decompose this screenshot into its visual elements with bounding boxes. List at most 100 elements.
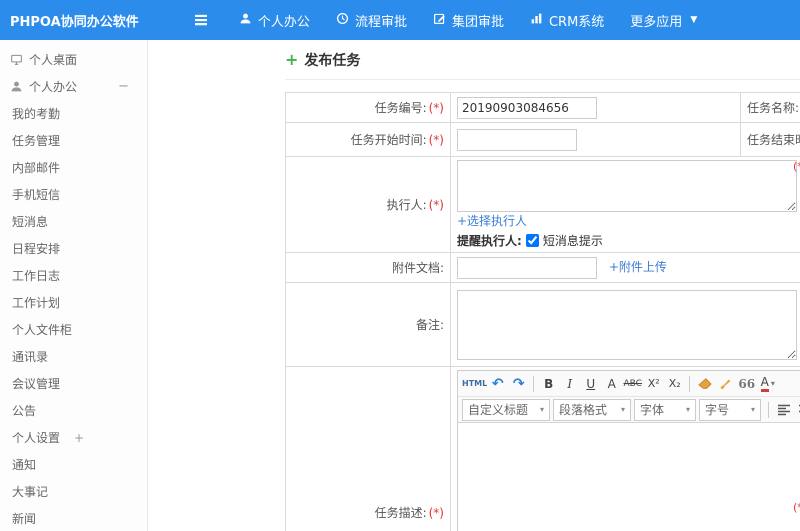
sidebar-item-news[interactable]: 新闻	[0, 505, 147, 531]
remark-label-cell: 备注:	[285, 282, 451, 367]
sidebar-item-internal-mail[interactable]: 内部邮件	[0, 154, 147, 181]
bold-button[interactable]: B	[538, 374, 559, 394]
sidebar-item-label: 通讯录	[12, 350, 49, 364]
page-header: + 发布任务	[285, 50, 800, 80]
eraser-icon[interactable]	[694, 374, 715, 394]
app-window: PHPOA协同办公软件 ≡ 个人办公 流程审批 集团审批 CRM系统 更多应用 …	[0, 0, 800, 531]
autotypeset-button[interactable]: A	[601, 374, 622, 394]
editor-content-area[interactable]	[458, 423, 800, 531]
blockquote-button[interactable]: 66	[736, 374, 757, 394]
user-icon	[239, 12, 252, 29]
nav-more-apps[interactable]: 更多应用 ▼	[630, 11, 697, 30]
sidebar-item-work-plan[interactable]: 工作计划	[0, 289, 147, 316]
format-brush-icon[interactable]	[715, 374, 736, 394]
sidebar-item-events[interactable]: 大事记	[0, 478, 147, 505]
collapse-icon[interactable]: −	[118, 79, 129, 94]
subscript-button[interactable]: X₂	[664, 374, 685, 394]
superscript-button[interactable]: X²	[643, 374, 664, 394]
underline-button[interactable]: U	[580, 374, 601, 394]
sidebar-item-meeting[interactable]: 会议管理	[0, 370, 147, 397]
sidebar-item-task-management[interactable]: 任务管理	[0, 127, 147, 154]
font-color-button[interactable]: A ▾	[757, 374, 778, 394]
sidebar-item-file-cabinet[interactable]: 个人文件柜	[0, 316, 147, 343]
clipped-required-marker: (*)	[793, 160, 800, 173]
bar-chart-icon	[530, 12, 543, 29]
field-label: 附件文档:	[391, 261, 444, 275]
custom-heading-dropdown[interactable]: 自定义标题 ▾	[462, 398, 550, 421]
attachment-upload-link[interactable]: +附件上传	[609, 260, 667, 274]
sidebar-item-label: 大事记	[12, 485, 49, 499]
menu-icon[interactable]: ≡	[193, 10, 209, 30]
sms-remind-option-label: 短消息提示	[542, 234, 603, 248]
sidebar-item-label: 手机短信	[12, 188, 61, 202]
align-left-icon[interactable]	[773, 400, 794, 420]
redo-button[interactable]: ↷	[508, 374, 529, 394]
field-label: 备注:	[415, 318, 444, 332]
sidebar-item-work-log[interactable]: 工作日志	[0, 262, 147, 289]
nav-label: 更多应用	[630, 14, 683, 30]
sidebar-item-announcement[interactable]: 公告	[0, 397, 147, 424]
sidebar-item-attendance[interactable]: 我的考勤	[0, 100, 147, 127]
form-row-attachment: 附件文档: +附件上传	[285, 252, 800, 283]
form-row-description: 任务描述: (*) HTML ↶ ↷ B I U A ABC X² X₂ 66 …	[285, 366, 800, 531]
field-label: 任务结束时间:	[747, 133, 800, 147]
start-time-label-cell: 任务开始时间: (*)	[285, 122, 451, 157]
sidebar-item-sms[interactable]: 手机短信	[0, 181, 147, 208]
sidebar-item-label: 公告	[12, 404, 37, 418]
task-number-input[interactable]	[457, 96, 597, 119]
sidebar-item-personal-desktop[interactable]: 个人桌面	[0, 46, 147, 73]
sidebar-item-label: 个人桌面	[29, 53, 78, 67]
remark-textarea[interactable]	[457, 289, 797, 360]
nav-personal-office[interactable]: 个人办公	[239, 11, 310, 30]
nav-label: CRM系统	[548, 14, 605, 30]
italic-button[interactable]: I	[559, 374, 580, 394]
user-icon	[10, 80, 23, 93]
topbar: PHPOA协同办公软件 ≡ 个人办公 流程审批 集团审批 CRM系统 更多应用 …	[0, 0, 800, 40]
task-name-label-cell: 任务名称:(*)	[740, 92, 800, 123]
undo-button[interactable]: ↶	[487, 374, 508, 394]
nav-group-approval[interactable]: 集团审批	[433, 11, 504, 30]
toolbar-separator	[689, 375, 691, 392]
sidebar-item-short-message[interactable]: 短消息	[0, 208, 147, 235]
sidebar-item-label: 短消息	[12, 215, 49, 229]
form-row-remark: 备注:	[285, 282, 800, 367]
sidebar-item-personal-office[interactable]: 个人办公 −	[0, 73, 147, 100]
attachment-input[interactable]	[457, 256, 597, 279]
dropdown-label: 字号	[705, 403, 730, 417]
required-marker: (*)	[428, 505, 444, 520]
sidebar-item-notice[interactable]: 通知	[0, 451, 147, 478]
add-icon: +	[285, 50, 299, 69]
chevron-down-icon: ▾	[750, 405, 755, 414]
field-label: 任务开始时间:	[350, 133, 427, 147]
top-nav: 个人办公 流程审批 集团审批 CRM系统 更多应用 ▼	[239, 11, 723, 30]
chevron-down-icon: ▾	[685, 405, 690, 414]
main-panel: + 发布任务 任务编号:(*) 任务名称:(*)	[148, 40, 800, 531]
sidebar-item-label: 工作计划	[12, 296, 61, 310]
attachment-label-cell: 附件文档:	[285, 252, 451, 283]
field-label: 执行人:	[386, 198, 427, 212]
choose-executor-link[interactable]: +选择执行人	[457, 214, 527, 228]
process-approval-icon	[336, 12, 349, 29]
app-logo: PHPOA协同办公软件	[10, 14, 139, 30]
start-time-input[interactable]	[457, 128, 577, 151]
expand-icon[interactable]: +	[74, 431, 84, 445]
font-size-dropdown[interactable]: 字号 ▾	[699, 398, 761, 421]
paragraph-format-dropdown[interactable]: 段落格式 ▾	[553, 398, 631, 421]
nav-crm-system[interactable]: CRM系统	[530, 11, 604, 30]
toolbar-separator	[533, 375, 535, 392]
sidebar-item-contacts[interactable]: 通讯录	[0, 343, 147, 370]
sidebar: 个人桌面 个人办公 − 我的考勤 任务管理 内部邮件 手机短信 短消息 日程安排…	[0, 40, 148, 531]
dropdown-label: 自定义标题	[468, 403, 529, 417]
required-marker: (*)	[428, 101, 444, 115]
font-family-dropdown[interactable]: 字体 ▾	[634, 398, 696, 421]
sidebar-item-label: 日程安排	[12, 242, 61, 256]
nav-process-approval[interactable]: 流程审批	[336, 11, 407, 30]
executor-textarea[interactable]	[457, 160, 797, 212]
align-center-icon[interactable]	[794, 400, 800, 420]
html-source-button[interactable]: HTML	[462, 374, 487, 394]
sidebar-item-personal-settings[interactable]: 个人设置 +	[0, 424, 147, 451]
strikethrough-button[interactable]: ABC	[622, 374, 643, 394]
toolbar-separator	[768, 401, 769, 418]
sms-remind-checkbox[interactable]	[525, 234, 539, 247]
sidebar-item-schedule[interactable]: 日程安排	[0, 235, 147, 262]
